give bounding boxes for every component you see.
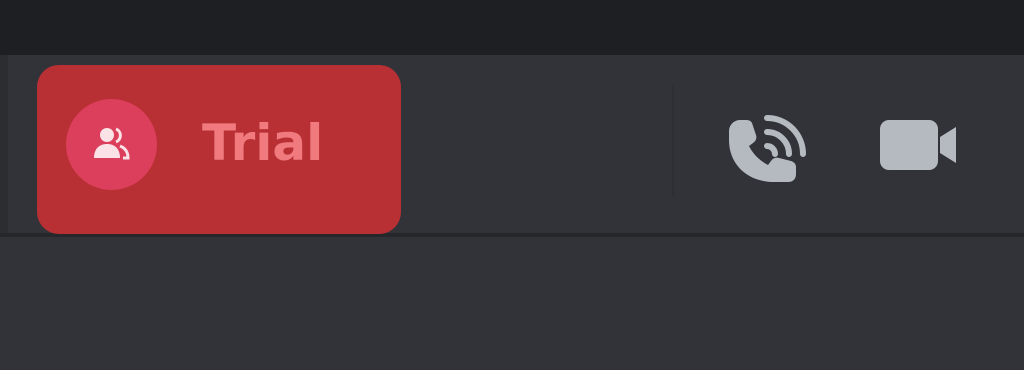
header-separator: [672, 85, 674, 197]
window-top-strip: [0, 0, 1024, 55]
start-voice-call-button[interactable]: [720, 110, 812, 190]
channel-title-button[interactable]: Trial: [37, 65, 401, 234]
group-dm-avatar: [66, 99, 157, 190]
message-area: [0, 237, 1024, 370]
start-video-call-button[interactable]: [874, 110, 966, 190]
video-call-icon: [880, 120, 956, 170]
voice-call-icon: [729, 115, 806, 182]
channel-name: Trial: [202, 114, 324, 172]
group-dm-icon: [94, 127, 130, 160]
